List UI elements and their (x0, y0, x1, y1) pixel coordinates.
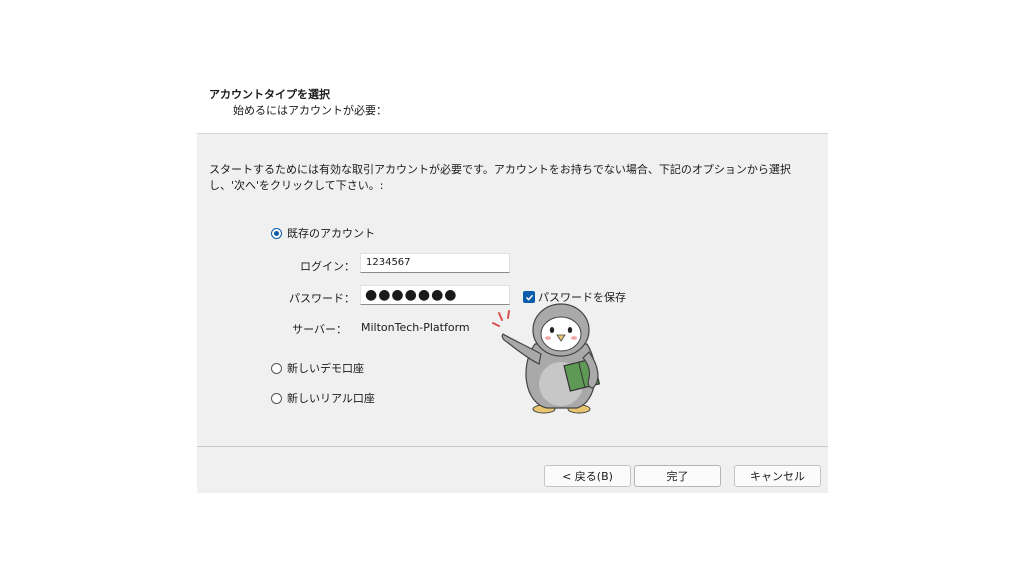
server-label: サーバー： (292, 323, 347, 336)
cancel-button[interactable]: キャンセル (734, 465, 821, 487)
penguin-mascot-icon (492, 303, 601, 414)
page-title: アカウントタイプを選択 (209, 88, 330, 101)
login-label: ログイン： (300, 260, 355, 273)
radio-unselected-icon[interactable] (271, 392, 282, 404)
back-button[interactable]: < 戻る(B) (544, 465, 631, 487)
radio-real-label: 新しいリアル口座 (287, 392, 375, 405)
radio-new-real[interactable]: 新しいリアル口座 (271, 390, 375, 406)
radio-unselected-icon[interactable] (271, 362, 282, 374)
page-subtitle: 始めるにはアカウントが必要： (233, 104, 387, 117)
radio-new-demo[interactable]: 新しいデモ口座 (271, 360, 364, 376)
radio-selected-icon[interactable] (271, 227, 282, 239)
password-input[interactable]: ●●●●●●● (360, 285, 510, 305)
radio-demo-label: 新しいデモ口座 (287, 362, 364, 375)
dialog-header: アカウントタイプを選択 始めるにはアカウントが必要： (197, 72, 828, 134)
finish-button[interactable]: 完了 (634, 465, 721, 487)
server-value: MiltonTech-Platform (361, 321, 470, 334)
login-input[interactable]: 1234567 (360, 253, 510, 273)
footer-divider (197, 446, 828, 447)
radio-existing-account[interactable]: 既存のアカウント (271, 225, 375, 241)
radio-existing-label: 既存のアカウント (287, 227, 375, 240)
instruction-text: スタートするためには有効な取引アカウントが必要です。アカウントをお持ちでない場合… (209, 163, 791, 192)
account-type-dialog: アカウントタイプを選択 始めるにはアカウントが必要： スタートするためには有効な… (197, 72, 828, 493)
password-label: パスワード： (289, 292, 355, 305)
